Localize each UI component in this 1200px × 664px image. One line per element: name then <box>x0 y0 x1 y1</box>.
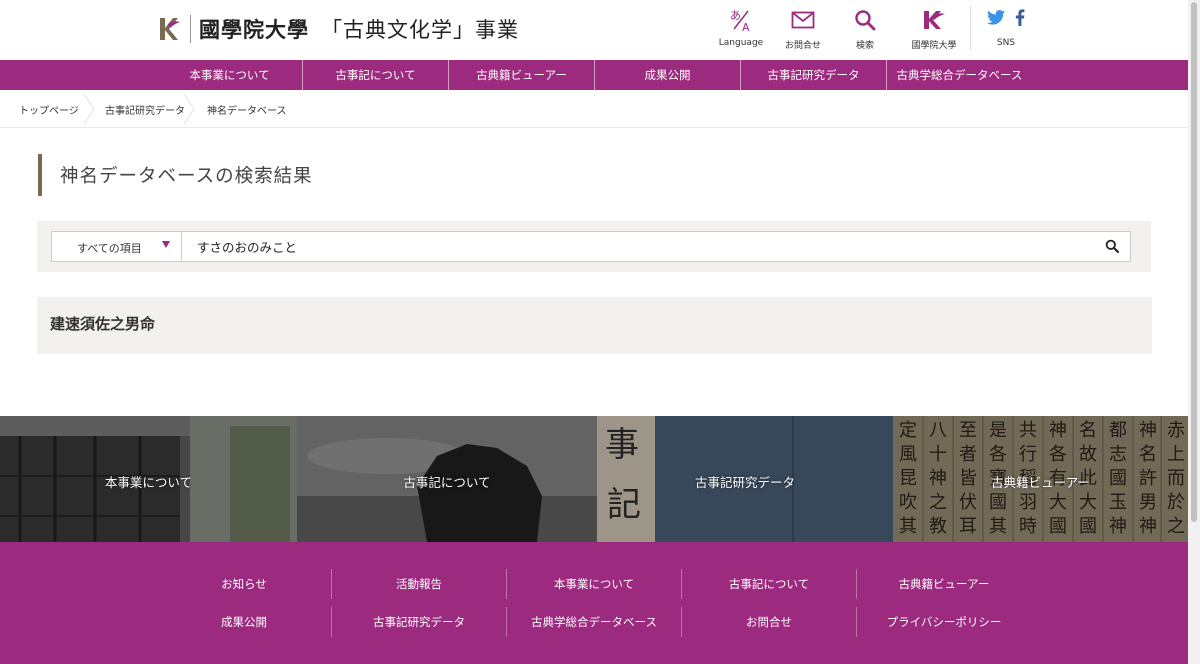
tile-label: 古典籍ビューアー <box>991 475 1090 490</box>
footer-divider <box>681 569 682 599</box>
search-icon <box>1105 239 1119 253</box>
kokugakuin-label: 國學院大學 <box>911 41 957 51</box>
footer-divider <box>856 569 857 599</box>
result-item: 建速須佐之男命 <box>37 297 1152 354</box>
svg-text:A: A <box>742 21 750 33</box>
tile-about-project[interactable]: 本事業について <box>0 416 297 542</box>
tile-viewer[interactable]: 定風昆吹其 八十神之教 至者皆伏耳 是各寶國其 共行稻羽時 神各有大國 名故此大… <box>893 416 1188 542</box>
dropdown-triangle-icon <box>162 241 170 248</box>
footer-link-about-project[interactable]: 本事業について <box>507 576 681 592</box>
search-submit-button[interactable] <box>1101 235 1123 257</box>
sns-label: SNS <box>996 38 1016 48</box>
breadcrumb: トップページ 古事記研究データ 神名データベース <box>0 90 1188 128</box>
header-icon-group: あ A Language お問合せ 検索 國學院大學 <box>710 6 972 54</box>
kokugakuin-logo-icon <box>156 14 182 44</box>
language-button[interactable]: あ A Language <box>710 6 772 54</box>
language-label: Language <box>718 38 764 48</box>
footer-link-contact[interactable]: お問合せ <box>682 614 856 630</box>
svg-text:あ: あ <box>730 9 741 22</box>
footer-link-database[interactable]: 古典学総合データベース <box>507 614 681 630</box>
sns-group: SNS <box>978 6 1034 54</box>
tile-kojiki-data[interactable]: 事 記 古事記研究データ <box>597 416 893 542</box>
kokugakuin-k-icon <box>921 6 947 34</box>
tile-label: 本事業について <box>104 475 193 490</box>
nav-item-viewer[interactable]: 古典籍ビューアー <box>449 60 594 90</box>
footer-link-about-kojiki[interactable]: 古事記について <box>682 576 856 592</box>
contact-label: お問合せ <box>784 41 821 51</box>
footer-link-news[interactable]: お知らせ <box>157 576 331 592</box>
language-icon: あ A <box>728 6 754 34</box>
tile-label: 古事記研究データ <box>694 475 795 490</box>
logo-divider <box>190 15 191 43</box>
breadcrumb-chevron-icon <box>83 94 95 124</box>
title-accent-bar <box>38 154 42 196</box>
contact-button[interactable]: お問合せ <box>772 6 834 54</box>
footer-divider <box>856 607 857 637</box>
footer-divider <box>681 607 682 637</box>
footer-divider <box>331 569 332 599</box>
footer-divider <box>506 569 507 599</box>
footer-link-kojiki-data[interactable]: 古事記研究データ <box>332 614 506 630</box>
result-link[interactable]: 建速須佐之男命 <box>50 313 155 334</box>
header-divider <box>970 6 971 50</box>
search-icon <box>854 6 876 34</box>
site-logo[interactable]: 國學院大學 「古典文化学」事業 <box>156 14 519 44</box>
twitter-icon[interactable] <box>987 9 1005 29</box>
project-name: 「古典文化学」事業 <box>321 18 519 42</box>
footer-link-activity[interactable]: 活動報告 <box>332 576 506 592</box>
nav-item-about-kojiki[interactable]: 古事記について <box>303 60 448 90</box>
search-header-button[interactable]: 検索 <box>834 6 896 54</box>
nav-item-results[interactable]: 成果公開 <box>595 60 740 90</box>
facebook-icon[interactable] <box>1015 8 1025 30</box>
breadcrumb-current: 神名データベース <box>207 106 287 117</box>
page-title: 神名データベースの検索結果 <box>60 166 313 187</box>
scrollbar-thumb[interactable] <box>1191 2 1197 522</box>
site-footer: お知らせ 活動報告 本事業について 古事記について 古典籍ビューアー 成果公開 … <box>0 542 1188 664</box>
mail-icon <box>791 6 815 34</box>
search-panel: すべての項目 <box>37 221 1151 272</box>
footer-link-results[interactable]: 成果公開 <box>157 614 331 630</box>
page-scrollbar[interactable] <box>1188 0 1200 664</box>
footer-link-viewer[interactable]: 古典籍ビューアー <box>857 576 1031 592</box>
university-name: 國學院大學 <box>199 17 309 42</box>
breadcrumb-home[interactable]: トップページ <box>19 102 79 117</box>
nav-item-about-project[interactable]: 本事業について <box>157 60 302 90</box>
tile-label: 古事記について <box>403 475 491 490</box>
nav-item-database[interactable]: 古典学総合データベース <box>887 60 1032 90</box>
search-input[interactable] <box>181 231 1131 262</box>
footer-divider <box>331 607 332 637</box>
search-scope-select[interactable]: すべての項目 <box>51 231 182 262</box>
global-nav: 本事業について 古事記について 古典籍ビューアー 成果公開 古事記研究データ 古… <box>0 60 1188 90</box>
site-header: 國學院大學 「古典文化学」事業 あ A Language お問合せ 検索 國學院… <box>0 0 1188 60</box>
nav-item-kojiki-data[interactable]: 古事記研究データ <box>741 60 886 90</box>
tile-about-kojiki[interactable]: 古事記について <box>297 416 597 542</box>
kokugakuin-link[interactable]: 國學院大學 <box>896 6 972 54</box>
footer-divider <box>506 607 507 637</box>
footer-link-privacy[interactable]: プライバシーポリシー <box>857 614 1031 630</box>
breadcrumb-kojiki-data[interactable]: 古事記研究データ <box>105 102 185 117</box>
search-scope-value: すべての項目 <box>77 242 142 255</box>
breadcrumb-chevron-icon <box>183 94 195 124</box>
feature-tiles: 本事業について 古事記について 事 記 古事記研究データ 定風昆吹其 <box>0 416 1188 542</box>
search-label: 検索 <box>855 41 874 51</box>
